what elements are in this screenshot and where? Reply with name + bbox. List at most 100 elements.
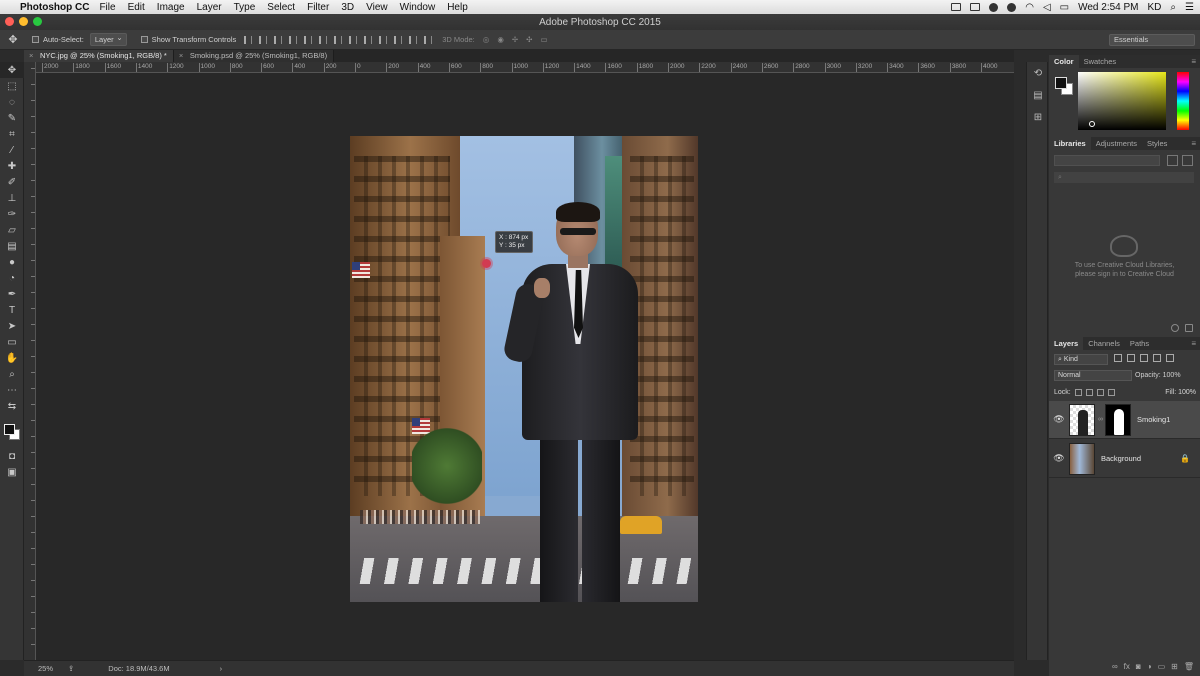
healing-brush-tool-icon[interactable]: ✚ xyxy=(0,158,24,174)
hue-slider[interactable] xyxy=(1177,72,1189,130)
quick-mask-icon[interactable]: ◘ xyxy=(0,448,24,464)
opacity-value[interactable]: 100% xyxy=(1163,372,1181,379)
3d-roll-icon[interactable]: ◉ xyxy=(497,35,504,44)
auto-select-dropdown[interactable]: Layer xyxy=(89,33,127,46)
mask-link-icon[interactable]: ∞ xyxy=(1098,416,1103,423)
new-group-icon[interactable]: ▭ xyxy=(1158,662,1166,671)
align-right-icon[interactable] xyxy=(319,35,328,44)
visibility-eye-icon[interactable]: 👁 xyxy=(1049,453,1069,464)
history-brush-tool-icon[interactable]: ✑ xyxy=(0,206,24,222)
menu-edit[interactable]: Edit xyxy=(128,2,145,13)
airplay-icon[interactable] xyxy=(951,3,962,11)
layer-mask-thumbnail[interactable] xyxy=(1105,403,1131,436)
properties-panel-icon[interactable]: ▤ xyxy=(1027,84,1049,106)
dropbox-icon[interactable] xyxy=(989,2,999,12)
menu-help[interactable]: Help xyxy=(447,2,468,13)
info-panel-icon[interactable]: ⊞ xyxy=(1027,106,1049,128)
screen-mode-icon[interactable]: ▣ xyxy=(0,464,24,480)
3d-slide-icon[interactable]: ✣ xyxy=(526,35,532,44)
path-select-tool-icon[interactable]: ➤ xyxy=(0,318,24,334)
3d-scale-icon[interactable]: ▭ xyxy=(540,35,547,44)
link-layers-icon[interactable]: ∞ xyxy=(1112,662,1118,671)
tab-styles[interactable]: Styles xyxy=(1142,137,1172,150)
zoom-level-field[interactable]: 25% xyxy=(38,664,68,673)
library-dropdown[interactable] xyxy=(1054,155,1160,166)
crop-tool-icon[interactable]: ⌗ xyxy=(0,126,24,142)
eyedropper-tool-icon[interactable]: ⁄ xyxy=(0,142,24,158)
gradient-tool-icon[interactable]: ▤ xyxy=(0,238,24,254)
layer-style-icon[interactable]: fx xyxy=(1124,662,1130,671)
align-hcenter-icon[interactable] xyxy=(304,35,313,44)
distribute-top-icon[interactable] xyxy=(334,35,343,44)
align-left-icon[interactable] xyxy=(289,35,298,44)
lock-pixels-icon[interactable] xyxy=(1085,389,1093,396)
move-tool-icon[interactable]: ✥ xyxy=(0,62,24,78)
distribute-hcenter-icon[interactable] xyxy=(394,35,403,44)
shape-tool-icon[interactable]: ▭ xyxy=(0,334,24,350)
lock-position-icon[interactable] xyxy=(1096,389,1104,396)
horizontal-ruler[interactable]: 2000 1800 1600 1400 1200 1000 800 600 400 200 0 200… xyxy=(36,62,1014,73)
menu-window[interactable]: Window xyxy=(400,2,436,13)
blur-tool-icon[interactable]: ● xyxy=(0,254,24,270)
align-top-icon[interactable] xyxy=(244,35,253,44)
quick-select-tool-icon[interactable]: ✎ xyxy=(0,110,24,126)
zoom-window-button[interactable] xyxy=(33,17,42,26)
library-search-input[interactable]: ⌕ xyxy=(1054,172,1194,183)
fill-value[interactable]: 100% xyxy=(1178,389,1196,396)
panel-menu-icon[interactable]: ≡ xyxy=(1191,337,1196,350)
new-layer-icon[interactable]: ⊞ xyxy=(1171,662,1178,671)
close-window-button[interactable] xyxy=(5,17,14,26)
document-canvas[interactable]: X : 874 px Y : 35 px xyxy=(36,73,1014,660)
foreground-color-swatch[interactable] xyxy=(4,424,15,435)
layer-filter-dropdown[interactable]: ⌕ Kind xyxy=(1054,354,1108,365)
lock-transparent-icon[interactable] xyxy=(1074,389,1082,396)
auto-align-icon[interactable] xyxy=(424,35,433,44)
move-tool-preset-icon[interactable]: ✥ xyxy=(0,33,26,46)
filter-smartobject-icon[interactable] xyxy=(1166,354,1174,362)
clock[interactable]: Wed 2:54 PM xyxy=(1078,2,1138,13)
layer-thumbnail[interactable] xyxy=(1069,403,1095,436)
fill-control[interactable]: Fill: 100% xyxy=(1165,387,1196,398)
menu-layer[interactable]: Layer xyxy=(197,2,222,13)
notification-icon[interactable]: ☰ xyxy=(1185,2,1194,13)
tab-channels[interactable]: Channels xyxy=(1083,337,1125,350)
workspace-switcher[interactable]: Essentials xyxy=(1109,34,1195,46)
default-colors-icon[interactable]: ⇆ xyxy=(0,398,24,414)
3d-orbit-icon[interactable]: ◎ xyxy=(483,35,490,44)
marquee-tool-icon[interactable]: ⬚ xyxy=(0,78,24,94)
zoom-tool-icon[interactable]: ⌕ xyxy=(0,366,24,382)
list-view-icon[interactable] xyxy=(1182,155,1193,166)
wifi-icon[interactable]: ◠ xyxy=(1025,2,1034,13)
color-foreground-swatch[interactable] xyxy=(1055,77,1067,89)
tab-nyc[interactable]: × NYC.jpg @ 25% (Smoking1, RGB/8) * xyxy=(24,50,174,62)
distribute-vcenter-icon[interactable] xyxy=(349,35,358,44)
edit-toolbar-icon[interactable]: ⋯ xyxy=(0,382,24,398)
lasso-tool-icon[interactable]: ◌ xyxy=(0,94,24,110)
menu-select[interactable]: Select xyxy=(267,2,295,13)
menu-type[interactable]: Type xyxy=(234,2,256,13)
close-tab-icon[interactable]: × xyxy=(29,50,33,62)
panel-menu-icon[interactable]: ≡ xyxy=(1191,55,1196,68)
distribute-left-icon[interactable] xyxy=(379,35,388,44)
hand-tool-icon[interactable]: ✋ xyxy=(0,350,24,366)
vertical-ruler[interactable] xyxy=(24,62,36,660)
menu-filter[interactable]: Filter xyxy=(307,2,329,13)
align-vcenter-icon[interactable] xyxy=(259,35,268,44)
timemachine-icon[interactable] xyxy=(1007,2,1017,12)
adjustment-layer-icon[interactable]: ◑ xyxy=(1147,662,1152,671)
layer-thumbnail[interactable] xyxy=(1069,442,1095,475)
menu-3d[interactable]: 3D xyxy=(341,2,354,13)
layer-name[interactable]: Smoking1 xyxy=(1137,415,1170,424)
tab-smoking[interactable]: × Smoking.psd @ 25% (Smoking1, RGB/8) xyxy=(173,50,335,62)
filter-adjustment-icon[interactable] xyxy=(1127,354,1135,362)
blend-mode-dropdown[interactable]: Normal xyxy=(1054,370,1132,381)
volume-icon[interactable]: ◁ xyxy=(1043,2,1051,13)
user-name[interactable]: KD xyxy=(1148,2,1162,13)
tab-adjustments[interactable]: Adjustments xyxy=(1091,137,1142,150)
filter-pixel-icon[interactable] xyxy=(1114,354,1122,362)
status-menu-arrow[interactable]: › xyxy=(220,664,223,673)
visibility-eye-icon[interactable]: 👁 xyxy=(1049,414,1069,425)
screen-icon[interactable] xyxy=(970,3,981,11)
battery-icon[interactable]: ▭ xyxy=(1060,2,1069,13)
lock-all-icon[interactable] xyxy=(1107,389,1115,396)
